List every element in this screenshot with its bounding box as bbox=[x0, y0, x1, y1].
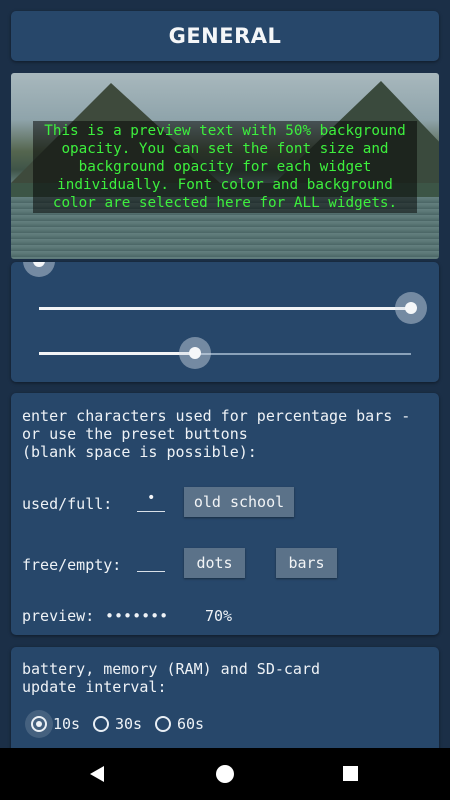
preview-label: preview: bbox=[22, 607, 95, 625]
preview-percent: 70% bbox=[205, 607, 233, 625]
opacity-slider-fill bbox=[39, 352, 195, 355]
percentage-bars-card: enter characters used for percentage bar… bbox=[11, 393, 439, 635]
header-card: GENERAL bbox=[11, 11, 439, 61]
radio-selected-icon bbox=[25, 710, 53, 738]
dots-button[interactable]: dots bbox=[184, 548, 245, 578]
used-label: used/full: bbox=[22, 495, 113, 513]
radio-unselected-icon bbox=[93, 716, 109, 732]
home-icon[interactable] bbox=[216, 765, 234, 783]
font-size-slider-fill bbox=[39, 307, 411, 310]
old-school-button[interactable]: old school bbox=[184, 487, 294, 517]
radio-30s[interactable]: 30s bbox=[93, 715, 142, 733]
recent-apps-icon[interactable] bbox=[343, 766, 358, 781]
preview-text: This is a preview text with 50% backgrou… bbox=[33, 121, 417, 213]
navigation-bar bbox=[0, 748, 450, 800]
bars-button[interactable]: bars bbox=[276, 548, 337, 578]
page-title: GENERAL bbox=[168, 24, 282, 48]
preview-bar: ••••••• bbox=[105, 607, 169, 625]
used-char-input[interactable]: • bbox=[137, 490, 165, 512]
widget-preview: This is a preview text with 50% backgrou… bbox=[11, 73, 439, 259]
free-char-input[interactable] bbox=[137, 557, 165, 572]
radio-unselected-icon bbox=[155, 716, 171, 732]
update-interval-card: battery, memory (RAM) and SD-card update… bbox=[11, 647, 439, 757]
radio-60s[interactable]: 60s bbox=[155, 715, 204, 733]
back-icon[interactable] bbox=[90, 766, 104, 782]
free-label: free/empty: bbox=[22, 556, 122, 574]
slider-card bbox=[11, 262, 439, 382]
radio-10s[interactable]: 10s bbox=[25, 710, 80, 738]
opacity-slider-thumb[interactable] bbox=[179, 337, 211, 369]
font-size-slider-thumb[interactable] bbox=[395, 292, 427, 324]
percentage-bars-intro: enter characters used for percentage bar… bbox=[22, 407, 411, 461]
hidden-slider-thumb[interactable] bbox=[23, 262, 55, 277]
update-interval-title: battery, memory (RAM) and SD-card update… bbox=[22, 660, 321, 696]
